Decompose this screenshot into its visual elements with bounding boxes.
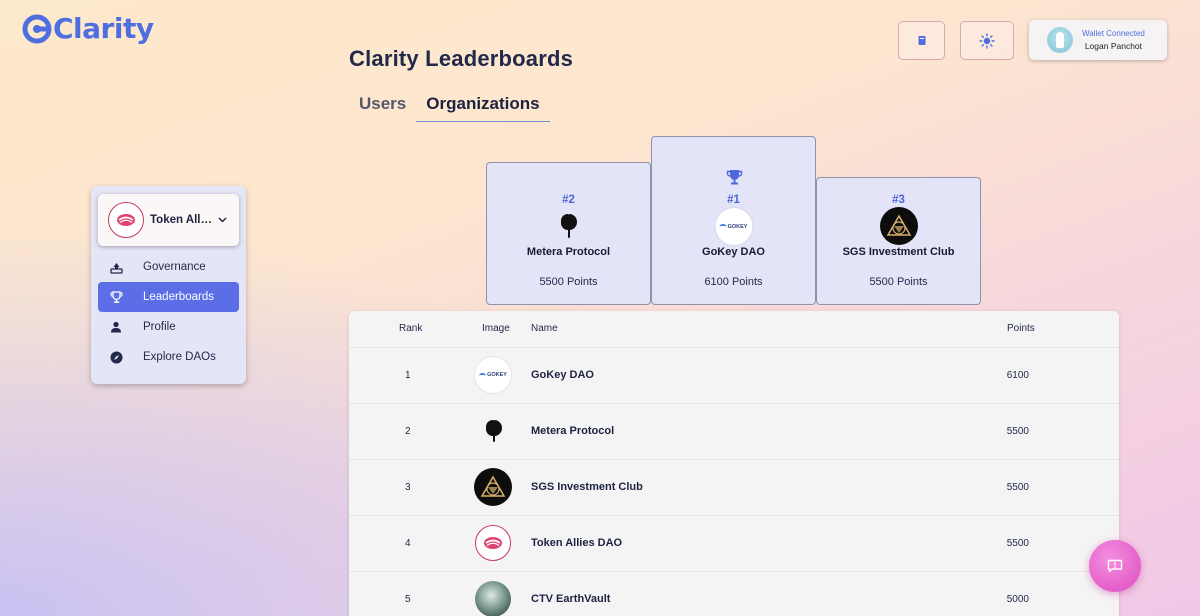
sidebar: Token Allie... Governance Leaderboards	[91, 186, 246, 384]
gokey-logo: GOKEY	[715, 208, 752, 245]
row-rank: 4	[405, 538, 411, 549]
podium-rank: #1	[727, 194, 740, 206]
trophy-icon	[109, 290, 123, 304]
docs-button[interactable]	[898, 21, 945, 60]
row-rank: 3	[405, 482, 411, 493]
row-name: GoKey DAO	[531, 369, 594, 381]
row-name: Token Allies DAO	[531, 537, 623, 549]
sgs-logo	[474, 468, 512, 506]
tab-users[interactable]: Users	[349, 92, 416, 122]
row-rank: 1	[405, 370, 411, 381]
ballot-icon	[109, 260, 123, 274]
token-allies-logo	[475, 525, 511, 561]
podium-third[interactable]: #3 SGS Investment Club 5500 Points	[816, 177, 981, 305]
wallet-user-name: Logan Panchot	[1084, 41, 1143, 51]
compass-icon	[109, 350, 123, 364]
row-points: 5000	[1006, 594, 1029, 605]
selected-dao-name: Token Allie...	[150, 214, 212, 226]
book-icon	[918, 36, 925, 45]
row-name: SGS Investment Club	[531, 481, 643, 493]
podium-first[interactable]: #1 GOKEY GoKey DAO 6100 Points	[651, 136, 816, 305]
row-points: 5500	[1006, 426, 1029, 437]
row-points: 5500	[1006, 482, 1029, 493]
table-row[interactable]: 3 SGS Investment Club 5500	[349, 459, 1119, 515]
feedback-icon	[1107, 559, 1123, 573]
podium-points: 5500 Points	[539, 276, 598, 288]
table-row[interactable]: 5 CTV EarthVault 5000	[349, 571, 1119, 616]
page-title: Clarity Leaderboards	[349, 46, 574, 71]
ctv-earthvault-logo	[475, 581, 511, 616]
podium-rank: #3	[892, 194, 905, 206]
metera-logo	[475, 413, 511, 449]
table-row[interactable]: 2 Metera Protocol 5500	[349, 403, 1119, 459]
leaderboard-tabs: Users Organizations	[349, 92, 550, 122]
brand-name: Clarity	[53, 12, 154, 45]
row-points: 5500	[1006, 538, 1029, 549]
sidebar-item-label: Governance	[143, 261, 206, 273]
sidebar-item-governance[interactable]: Governance	[98, 252, 239, 282]
sidebar-item-profile[interactable]: Profile	[98, 312, 239, 342]
sidebar-item-leaderboards[interactable]: Leaderboards	[98, 282, 239, 312]
feedback-button[interactable]	[1089, 540, 1141, 592]
dao-selector[interactable]: Token Allie...	[98, 194, 239, 246]
podium-name: SGS Investment Club	[842, 246, 955, 258]
sgs-logo	[879, 207, 918, 245]
sidebar-item-label: Explore DAOs	[143, 351, 216, 363]
podium-points: 5500 Points	[869, 276, 928, 288]
podium-points: 6100 Points	[704, 276, 763, 288]
row-name: Metera Protocol	[531, 425, 615, 437]
row-name: CTV EarthVault	[531, 593, 611, 605]
tab-organizations[interactable]: Organizations	[416, 92, 550, 122]
gokey-logo: GOKEY	[475, 357, 511, 393]
column-header-image: Image	[482, 323, 510, 334]
row-rank: 2	[405, 426, 411, 437]
podium-name: GoKey DAO	[702, 246, 765, 258]
table-row[interactable]: 4 Token Allies DAO 5500	[349, 515, 1119, 571]
column-header-name: Name	[531, 323, 558, 334]
wallet-status: Wallet Connected	[1082, 29, 1145, 38]
sun-icon	[979, 32, 995, 49]
person-icon	[109, 320, 123, 334]
sidebar-item-explore-daos[interactable]: Explore DAOs	[98, 342, 239, 372]
column-header-points: Points	[1007, 323, 1035, 334]
row-rank: 5	[405, 594, 411, 605]
row-points: 6100	[1006, 370, 1029, 381]
metera-logo	[558, 213, 580, 239]
trophy-icon	[726, 170, 743, 185]
clarity-logo[interactable]: Clarity	[22, 12, 154, 45]
table-row[interactable]: 1 GOKEY GoKey DAO 6100	[349, 347, 1119, 403]
chevron-down-icon	[218, 217, 227, 223]
podium-rank: #2	[562, 194, 575, 206]
clarity-logo-mark	[22, 14, 52, 43]
theme-toggle-button[interactable]	[960, 21, 1014, 60]
token-allies-logo	[108, 202, 144, 238]
sidebar-item-label: Profile	[143, 321, 176, 333]
avatar	[1047, 27, 1073, 53]
podium-second[interactable]: #2 Metera Protocol 5500 Points	[486, 162, 651, 305]
podium-name: Metera Protocol	[526, 246, 611, 258]
sidebar-item-label: Leaderboards	[143, 291, 214, 303]
wallet-button[interactable]: Wallet Connected Logan Panchot	[1029, 20, 1167, 60]
column-header-rank: Rank	[399, 323, 423, 334]
leaderboard-table: Rank Image Name Points 1 GOKEY GoKey DAO…	[349, 311, 1119, 616]
